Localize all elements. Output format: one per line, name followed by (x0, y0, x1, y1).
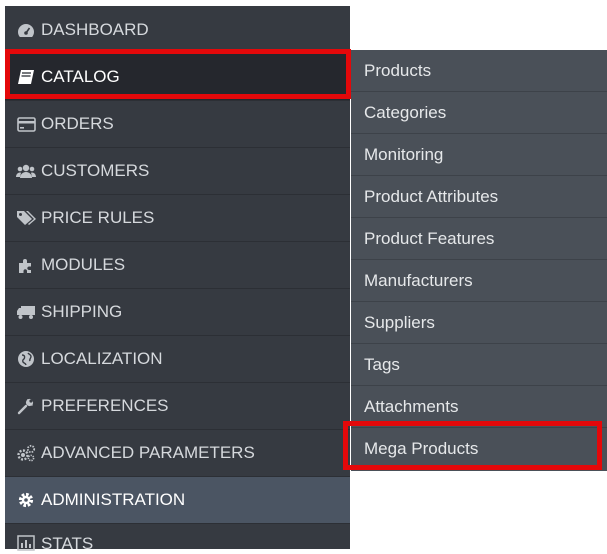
sidebar-item-label: PREFERENCES (41, 396, 169, 415)
sidebar-item-label: PRICE RULES (41, 208, 155, 227)
submenu-item-mega-products[interactable]: Mega Products (351, 428, 607, 470)
sidebar-item-label: DASHBOARD (41, 19, 149, 39)
sidebar-item-orders[interactable]: ORDERS (5, 100, 350, 147)
submenu-item-product-features[interactable]: Product Features (351, 218, 607, 260)
sidebar-item-modules[interactable]: MODULES (5, 241, 350, 288)
submenu-item-attachments[interactable]: Attachments (351, 386, 607, 428)
sidebar-item-label: ADMINISTRATION (41, 490, 186, 509)
sidebar-item-preferences[interactable]: PREFERENCES (5, 382, 350, 429)
sidebar-item-label: ADVANCED PARAMETERS (41, 443, 255, 462)
sidebar-item-label: CUSTOMERS (41, 161, 150, 180)
sidebar-item-label: CATALOG (41, 67, 120, 86)
sidebar-item-label: LOCALIZATION (41, 349, 163, 368)
wrench-icon (15, 397, 37, 415)
sidebar-item-customers[interactable]: CUSTOMERS (5, 147, 350, 194)
submenu-item-products[interactable]: Products (351, 50, 607, 92)
submenu-item-categories[interactable]: Categories (351, 92, 607, 134)
sidebar-item-shipping[interactable]: SHIPPING (5, 288, 350, 335)
sidebar-item-price-rules[interactable]: PRICE RULES (5, 194, 350, 241)
gear-icon (15, 491, 37, 509)
catalog-submenu: Products Categories Monitoring Product A… (351, 50, 607, 471)
sidebar-item-dashboard[interactable]: DASHBOARD (5, 6, 350, 53)
sidebar-item-advanced-parameters[interactable]: ADVANCED PARAMETERS (5, 429, 350, 476)
submenu-item-monitoring[interactable]: Monitoring (351, 134, 607, 176)
submenu-item-suppliers[interactable]: Suppliers (351, 302, 607, 344)
sidebar-item-label: MODULES (41, 255, 126, 274)
dashboard-icon (15, 21, 37, 39)
globe-icon (15, 350, 37, 368)
sidebar-item-catalog[interactable]: CATALOG (5, 53, 350, 100)
submenu-item-manufacturers[interactable]: Manufacturers (351, 260, 607, 302)
truck-icon (15, 303, 37, 321)
sidebar-item-label: SHIPPING (41, 302, 123, 321)
cogs-icon (15, 444, 37, 462)
sidebar-item-label: STATS (41, 534, 94, 553)
submenu-item-tags[interactable]: Tags (351, 344, 607, 386)
users-icon (15, 162, 37, 180)
puzzle-icon (15, 256, 37, 274)
credit-card-icon (15, 115, 37, 133)
tags-icon (15, 209, 37, 227)
sidebar-item-administration[interactable]: ADMINISTRATION (5, 476, 350, 523)
submenu-item-product-attributes[interactable]: Product Attributes (351, 176, 607, 218)
sidebar-item-stats[interactable]: STATS (5, 523, 350, 553)
sidebar-item-localization[interactable]: LOCALIZATION (5, 335, 350, 382)
bar-chart-icon (15, 534, 37, 552)
book-icon (15, 68, 37, 86)
sidebar-item-label: ORDERS (41, 114, 114, 133)
sidebar-menu: DASHBOARD CATALOG ORDERS CUSTOMERS PRICE… (5, 6, 350, 553)
